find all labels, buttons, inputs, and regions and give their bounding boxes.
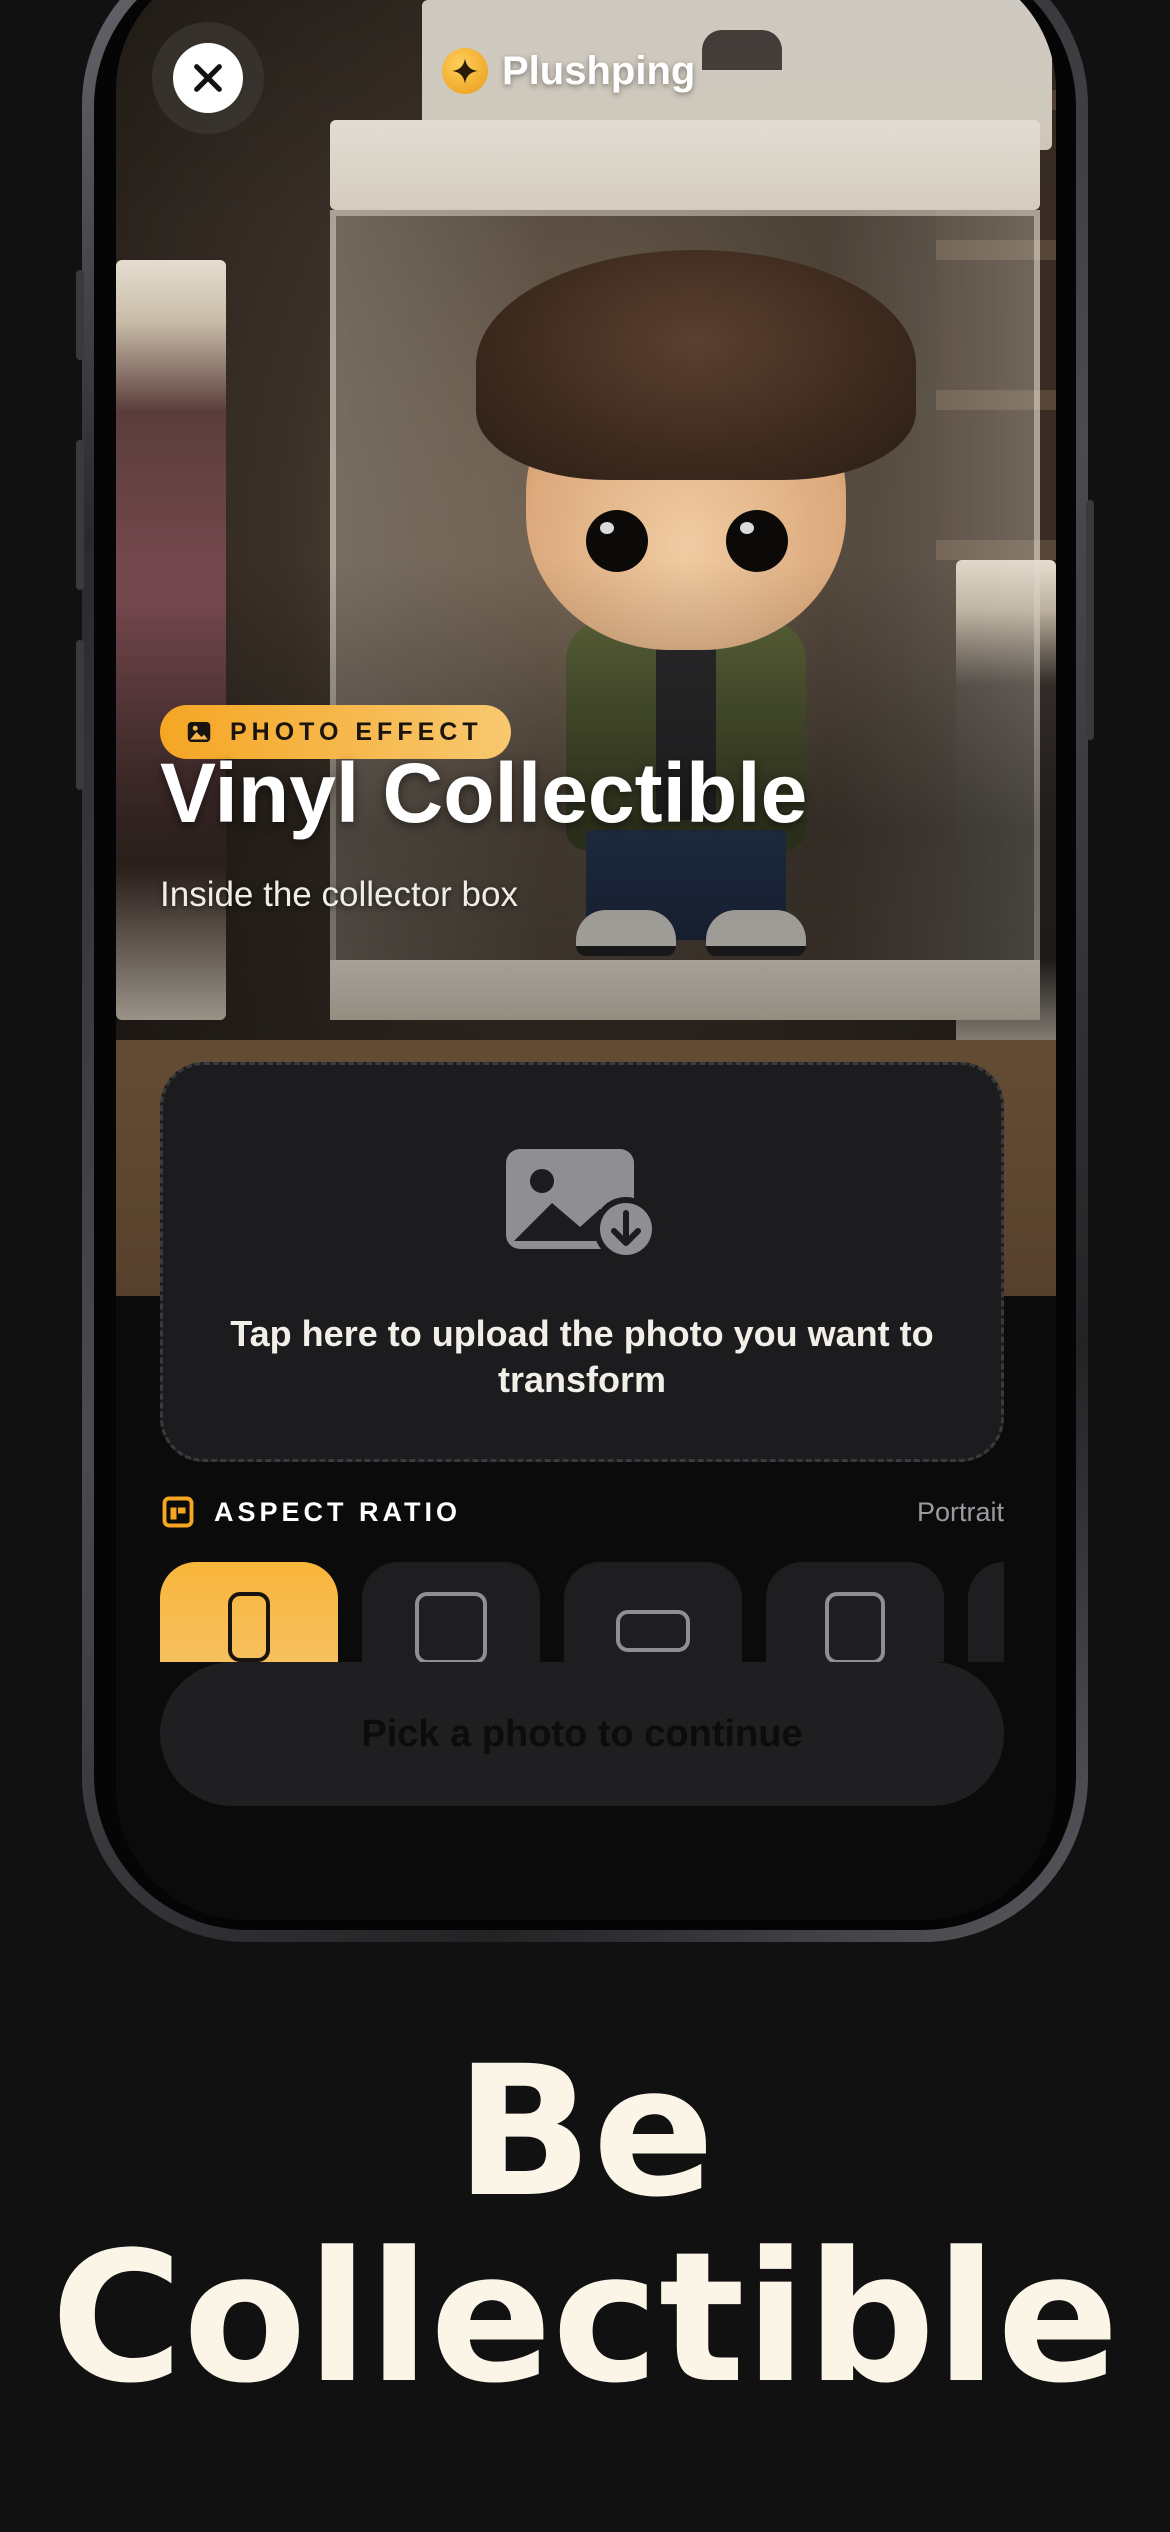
aspect-option-portrait-alt[interactable]: [766, 1562, 944, 1662]
phone-side-button: [76, 440, 84, 590]
app-screen: Plushping PHOTO EFFECT Vinyl Collectible…: [116, 0, 1056, 1920]
phone-side-button: [76, 640, 84, 790]
badge-label: PHOTO EFFECT: [230, 717, 483, 746]
close-icon: [194, 64, 222, 92]
image-icon: [187, 722, 211, 742]
upload-instructions: Tap here to upload the photo you want to…: [230, 1313, 934, 1400]
upload-photo-area[interactable]: Tap here to upload the photo you want to…: [160, 1062, 1004, 1462]
aspect-ratio-options: [160, 1562, 1004, 1662]
continue-button[interactable]: Pick a photo to continue: [160, 1662, 1004, 1806]
aspect-option-portrait[interactable]: [160, 1562, 338, 1662]
aspect-option-more[interactable]: [968, 1562, 1004, 1662]
aspect-ratio-value: Portrait: [916, 1496, 1004, 1527]
aspect-ratio-icon: [162, 1496, 194, 1528]
landscape-shape-icon: [616, 1610, 690, 1652]
tagline-line-1: Be: [455, 2028, 715, 2237]
effect-subtitle: Inside the collector box: [160, 875, 518, 914]
marketing-tagline: Be Collectible: [0, 2040, 1170, 2412]
tagline-line-2: Collectible: [50, 2214, 1120, 2423]
continue-label: Pick a photo to continue: [361, 1712, 803, 1755]
brand: Plushping: [442, 48, 695, 94]
phone-side-button: [1086, 500, 1094, 740]
tall-shape-icon: [825, 1592, 885, 1662]
image-download-icon: [506, 1149, 658, 1261]
close-button[interactable]: [152, 22, 264, 134]
aspect-option-landscape[interactable]: [564, 1562, 742, 1662]
portrait-shape-icon: [228, 1592, 270, 1662]
square-shape-icon: [415, 1592, 487, 1662]
effect-title: Vinyl Collectible: [160, 746, 808, 840]
phone-side-button: [76, 270, 84, 360]
brand-name: Plushping: [502, 48, 696, 93]
aspect-ratio-header: ASPECT RATIO Portrait: [160, 1492, 1004, 1532]
aspect-ratio-label: ASPECT RATIO: [214, 1496, 462, 1527]
sparkle-icon: [442, 48, 488, 94]
aspect-option-square[interactable]: [362, 1562, 540, 1662]
